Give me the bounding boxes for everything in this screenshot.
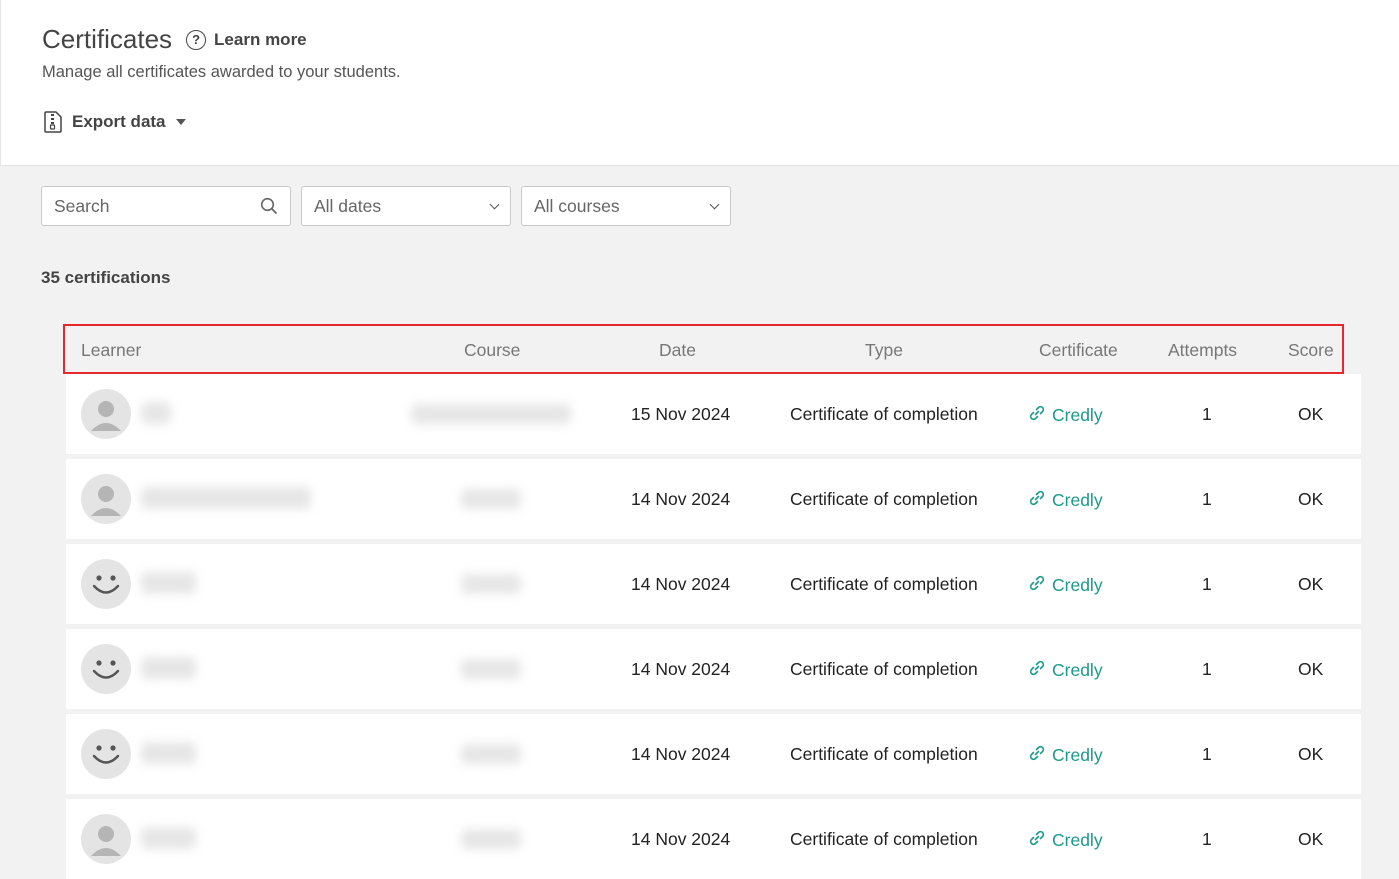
course-name-redacted	[461, 574, 521, 594]
person-avatar-icon	[81, 474, 131, 524]
link-icon	[1028, 744, 1052, 767]
learner-name-redacted	[141, 657, 196, 679]
course-name-redacted	[461, 659, 521, 679]
course-name-redacted	[461, 489, 521, 509]
credly-link[interactable]: Credly	[1028, 829, 1103, 852]
attempts-cell: 1	[1202, 404, 1212, 424]
search-icon	[260, 197, 278, 215]
learner-name-redacted	[141, 827, 196, 849]
type-cell: Certificate of completion	[790, 489, 978, 509]
learn-more-label: Learn more	[214, 29, 307, 49]
attempts-cell: 1	[1202, 659, 1212, 679]
date-cell: 14 Nov 2024	[631, 489, 731, 509]
dates-select-value: All dates	[314, 195, 382, 216]
smiley-avatar-icon	[81, 729, 131, 779]
link-icon	[1028, 574, 1052, 597]
credly-link[interactable]: Credly	[1028, 659, 1103, 682]
table-row[interactable]: 14 Nov 2024 Certificate of completion Cred…	[66, 629, 1361, 709]
page-title: Certificates	[42, 24, 173, 54]
credly-label: Credly	[1052, 405, 1103, 425]
course-name-redacted	[461, 829, 521, 849]
link-icon	[1028, 659, 1052, 682]
chevron-down-icon	[709, 199, 720, 209]
column-header-type[interactable]: Type	[865, 340, 903, 361]
link-icon	[1028, 404, 1052, 427]
credly-link[interactable]: Credly	[1028, 489, 1103, 512]
column-header-course[interactable]: Course	[464, 340, 520, 361]
chevron-down-icon	[489, 199, 500, 209]
dates-select[interactable]: All dates	[301, 186, 511, 226]
score-cell: OK	[1298, 829, 1324, 849]
column-header-date[interactable]: Date	[659, 340, 696, 361]
table-header: Learner Course Date Type Certificate Att…	[63, 324, 1344, 374]
column-header-score[interactable]: Score	[1288, 340, 1334, 361]
credly-label: Credly	[1052, 575, 1103, 595]
credly-label: Credly	[1052, 660, 1103, 680]
column-header-certificate[interactable]: Certificate	[1039, 340, 1118, 361]
date-cell: 14 Nov 2024	[631, 744, 731, 764]
attempts-cell: 1	[1202, 744, 1212, 764]
person-avatar-icon	[81, 389, 131, 439]
score-cell: OK	[1298, 659, 1324, 679]
page-header: Certificates ? Learn more Manage all cer…	[0, 0, 1399, 166]
courses-select[interactable]: All courses	[521, 186, 731, 226]
attempts-cell: 1	[1202, 489, 1212, 509]
search-placeholder: Search	[54, 195, 110, 216]
date-cell: 14 Nov 2024	[631, 829, 731, 849]
course-name-redacted	[411, 404, 571, 424]
type-cell: Certificate of completion	[790, 744, 978, 764]
learner-name-redacted	[141, 742, 196, 764]
search-input[interactable]: Search	[41, 186, 291, 226]
filter-bar: Search All dates All courses	[41, 186, 731, 226]
credly-link[interactable]: Credly	[1028, 574, 1103, 597]
table-row[interactable]: 14 Nov 2024 Certificate of completion Cred…	[66, 714, 1361, 794]
certifications-count: 35 certifications	[41, 268, 171, 287]
type-cell: Certificate of completion	[790, 404, 978, 424]
title-row: Certificates ? Learn more	[42, 24, 307, 55]
smiley-avatar-icon	[81, 559, 131, 609]
column-header-attempts[interactable]: Attempts	[1168, 340, 1237, 361]
date-cell: 14 Nov 2024	[631, 659, 731, 679]
table-row[interactable]: 14 Nov 2024 Certificate of completion Cred…	[66, 459, 1361, 539]
courses-select-value: All courses	[534, 195, 620, 216]
score-cell: OK	[1298, 404, 1324, 424]
table-row[interactable]: 14 Nov 2024 Certificate of completion Cred…	[66, 544, 1361, 624]
type-cell: Certificate of completion	[790, 829, 978, 849]
credly-link[interactable]: Credly	[1028, 404, 1103, 427]
certificates-table-body: 15 Nov 2024 Certificate of completion Cred…	[66, 374, 1361, 879]
zip-file-icon	[44, 111, 62, 133]
smiley-avatar-icon	[81, 644, 131, 694]
learner-name-redacted	[141, 487, 311, 509]
export-data-label: Export data	[72, 112, 166, 131]
person-avatar-icon	[81, 814, 131, 864]
column-header-learner[interactable]: Learner	[81, 340, 141, 361]
table-row[interactable]: 15 Nov 2024 Certificate of completion Cred…	[66, 374, 1361, 454]
caret-down-icon	[175, 119, 186, 125]
credly-label: Credly	[1052, 830, 1103, 850]
link-icon	[1028, 829, 1052, 852]
learner-name-redacted	[141, 572, 196, 594]
score-cell: OK	[1298, 744, 1324, 764]
attempts-cell: 1	[1202, 574, 1212, 594]
date-cell: 15 Nov 2024	[631, 404, 731, 424]
type-cell: Certificate of completion	[790, 574, 978, 594]
page-subtitle: Manage all certificates awarded to your …	[42, 63, 401, 81]
type-cell: Certificate of completion	[790, 659, 978, 679]
credly-link[interactable]: Credly	[1028, 744, 1103, 767]
question-circle-icon: ?	[186, 29, 207, 50]
score-cell: OK	[1298, 574, 1324, 594]
score-cell: OK	[1298, 489, 1324, 509]
credly-label: Credly	[1052, 490, 1103, 510]
attempts-cell: 1	[1202, 829, 1212, 849]
table-row[interactable]: 14 Nov 2024 Certificate of completion Cred…	[66, 799, 1361, 879]
link-icon	[1028, 489, 1052, 512]
learn-more-link[interactable]: ? Learn more	[186, 29, 307, 50]
date-cell: 14 Nov 2024	[631, 574, 731, 594]
course-name-redacted	[461, 744, 521, 764]
learner-name-redacted	[141, 402, 171, 424]
credly-label: Credly	[1052, 745, 1103, 765]
export-data-button[interactable]: Export data	[42, 110, 186, 134]
